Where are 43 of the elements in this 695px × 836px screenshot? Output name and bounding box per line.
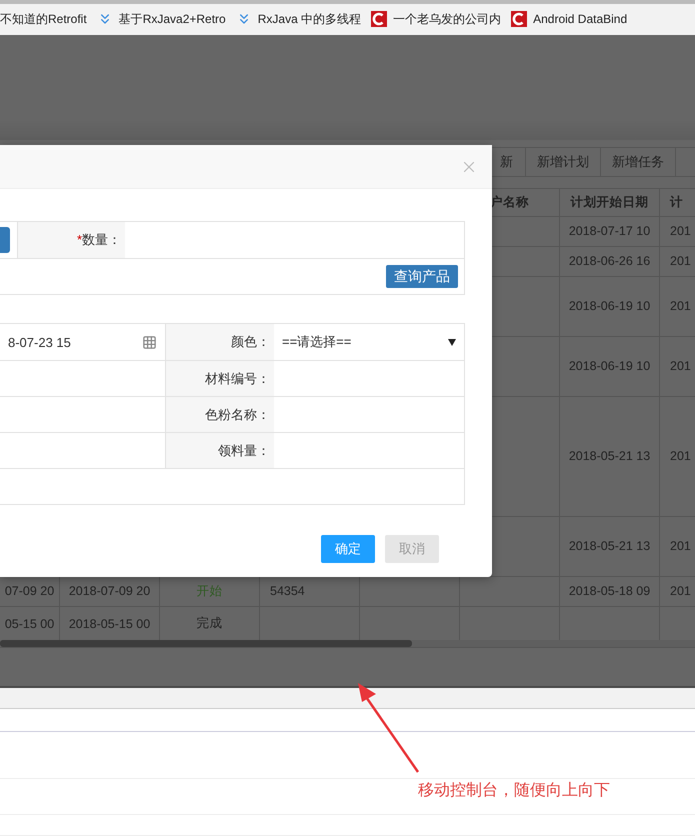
table-cell: 201 bbox=[670, 254, 691, 268]
select-field[interactable]: ==请选择== bbox=[274, 324, 464, 360]
caret-down-icon bbox=[448, 338, 456, 346]
date-field[interactable]: 8-07-23 15 bbox=[0, 324, 165, 360]
bookmark[interactable]: 一个老乌发的公司内 bbox=[371, 10, 502, 28]
bookmark[interactable]: RxJava 中的多线程 bbox=[236, 10, 362, 28]
table-cell: 2018-05-21 13 bbox=[568, 449, 650, 464]
table-cell: 2018-05-21 13 bbox=[568, 539, 650, 554]
table-cell: 2018-07-09 20 bbox=[68, 584, 150, 598]
field-label: 材料编号： bbox=[205, 370, 270, 388]
table-cell: 54354 bbox=[270, 584, 305, 598]
field-label: *数量： bbox=[76, 231, 121, 249]
table-cell: 2018-06-26 16 bbox=[568, 254, 650, 268]
logo-icon bbox=[511, 11, 528, 28]
column-header: 计 bbox=[670, 194, 683, 211]
table-cell: 2018-06-19 10 bbox=[568, 299, 650, 314]
table-cell: 2018-05-15 00 bbox=[68, 616, 150, 631]
table-cell: 07-09 20 bbox=[4, 584, 54, 598]
table-cell: 2018-05-18 09 bbox=[568, 584, 650, 598]
query-button[interactable]: 查询产品 bbox=[386, 265, 458, 288]
table-cell: 201 bbox=[670, 359, 691, 374]
annotation-text: 移动控制台，随便向上向下 bbox=[418, 780, 610, 801]
status-text: 开始 bbox=[196, 582, 222, 600]
bookmark[interactable]: Android DataBind bbox=[511, 11, 628, 28]
column-header: 计划开始日期 bbox=[570, 194, 648, 211]
picker-button[interactable] bbox=[0, 227, 10, 253]
logo-icon bbox=[371, 11, 388, 28]
calendar-icon[interactable] bbox=[142, 334, 157, 350]
table-cell: 2018-06-19 10 bbox=[568, 359, 650, 374]
field-label: 颜色： bbox=[231, 333, 270, 351]
table-cell: 201 bbox=[670, 539, 691, 554]
bookmark[interactable]: 不知道的Retrofit bbox=[0, 10, 87, 28]
table-cell: 201 bbox=[670, 449, 691, 464]
field-label: 色粉名称： bbox=[205, 406, 270, 424]
field-label: 领料量： bbox=[218, 442, 270, 460]
table-cell: 2018-07-17 10 bbox=[568, 224, 650, 238]
table-cell: 201 bbox=[670, 584, 691, 598]
status-text: 完成 bbox=[196, 615, 222, 632]
table-cell: 201 bbox=[670, 299, 691, 314]
bookmark[interactable]: 基于RxJava2+Retro bbox=[96, 10, 226, 28]
table-cell: 201 bbox=[670, 224, 691, 238]
table-cell: 05-15 00 bbox=[4, 616, 54, 631]
scrollbar[interactable] bbox=[0, 640, 695, 647]
